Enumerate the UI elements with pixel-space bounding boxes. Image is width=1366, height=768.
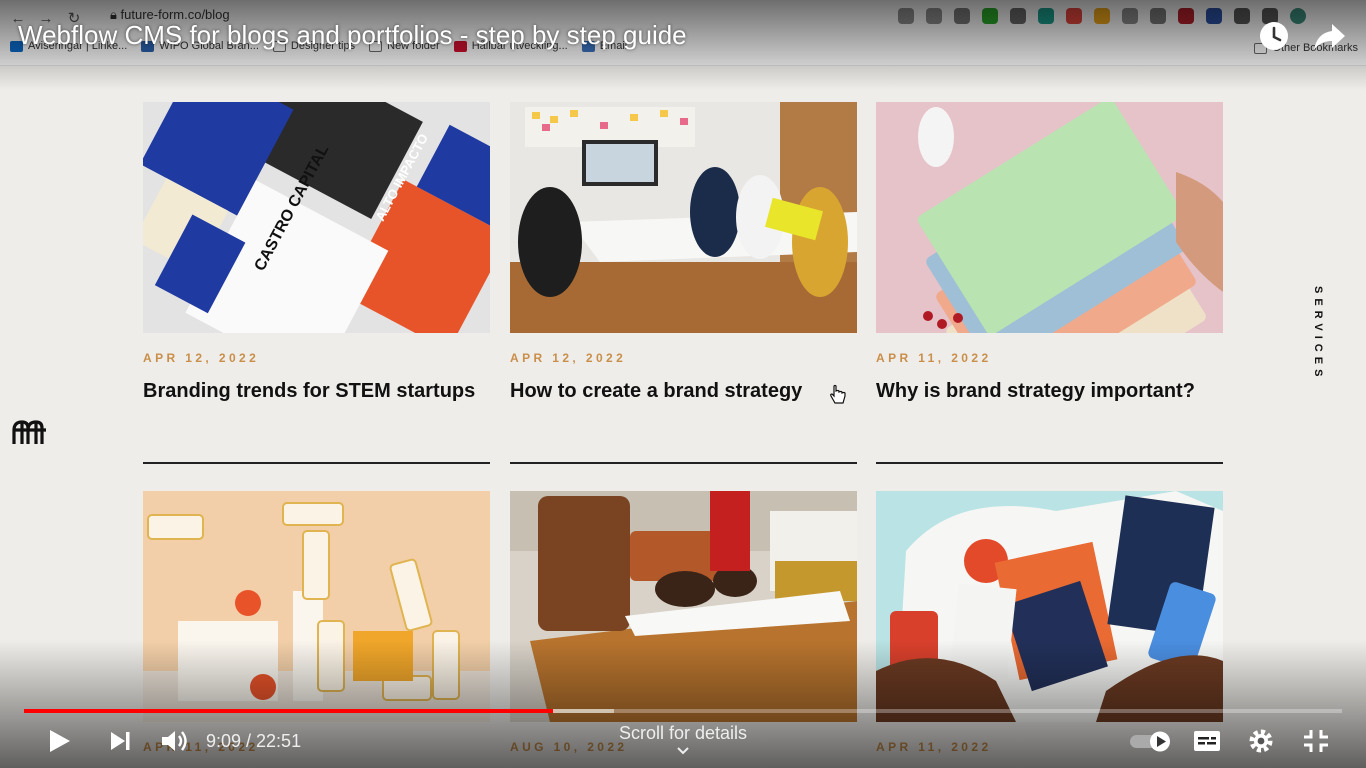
post-date: APR 11, 2022	[143, 740, 259, 754]
extension-icon[interactable]	[1094, 8, 1110, 24]
extension-icon[interactable]	[1066, 8, 1082, 24]
future-form-logo[interactable]	[12, 418, 50, 446]
progress-bar-played[interactable]	[24, 709, 553, 713]
post-date: APR 11, 2022	[876, 351, 992, 365]
extension-icon[interactable]	[1038, 8, 1054, 24]
radical-toast-coffee-photo	[876, 491, 1223, 722]
post-thumbnail[interactable]	[876, 102, 1223, 333]
blog-card[interactable]: CASTRO CAPITAL ALTO IMPACTO APR 12, 2022…	[143, 102, 490, 464]
post-title[interactable]: How to create a brand strategy	[510, 377, 857, 406]
post-title[interactable]: Why is brand strategy important?	[876, 377, 1223, 406]
camera-icon[interactable]	[1150, 8, 1166, 24]
share-page-icon[interactable]	[898, 8, 914, 24]
volume-icon[interactable]	[160, 726, 188, 756]
post-thumbnail[interactable]	[143, 491, 490, 722]
card-divider	[143, 462, 490, 464]
post-thumbnail[interactable]	[876, 491, 1223, 722]
post-title[interactable]: Branding trends for STEM startups	[143, 377, 490, 406]
blog-card[interactable]: APR 12, 2022 How to create a brand strat…	[510, 102, 857, 464]
extension-icon[interactable]	[1178, 8, 1194, 24]
puzzle-icon[interactable]	[1234, 8, 1250, 24]
profile-avatar[interactable]	[1290, 8, 1306, 24]
play-icon[interactable]	[46, 726, 72, 756]
autoplay-toggle[interactable]	[1128, 726, 1176, 756]
card-divider	[876, 462, 1223, 464]
notebooks-photo	[876, 102, 1223, 333]
branding-print-collage-image: CASTRO CAPITAL ALTO IMPACTO	[143, 102, 490, 333]
office-meeting-photo	[510, 102, 857, 333]
video-title[interactable]: Webflow CMS for blogs and portfolios - s…	[18, 20, 687, 51]
time-display: 9:09 / 22:51	[206, 731, 302, 751]
card-divider	[510, 462, 857, 464]
bookmark-star-icon[interactable]	[926, 8, 942, 24]
next-icon[interactable]	[108, 726, 132, 756]
services-side-label[interactable]: SERVICES	[1300, 286, 1324, 386]
post-date: APR 12, 2022	[510, 351, 627, 365]
subtitles-icon[interactable]	[1193, 726, 1221, 756]
blog-card[interactable]: APR 11, 2022	[143, 491, 490, 754]
post-thumbnail[interactable]	[510, 102, 857, 333]
extension-icon[interactable]	[1010, 8, 1026, 24]
extension-icon[interactable]	[1122, 8, 1138, 24]
chevron-down-icon[interactable]	[676, 746, 690, 756]
watch-later-icon[interactable]	[1258, 20, 1290, 52]
extension-icon[interactable]	[1206, 8, 1222, 24]
scroll-for-details[interactable]: Scroll for details	[600, 723, 766, 744]
extension-icon[interactable]	[954, 8, 970, 24]
extension-icon[interactable]	[982, 8, 998, 24]
post-date: APR 12, 2022	[143, 351, 260, 365]
extensions-row	[898, 8, 1306, 24]
exit-fullscreen-icon[interactable]	[1302, 726, 1330, 756]
blog-card[interactable]: APR 11, 2022	[876, 491, 1223, 754]
settings-gear-icon[interactable]	[1247, 726, 1275, 756]
post-thumbnail[interactable]	[510, 491, 857, 722]
pointer-cursor-icon	[830, 384, 846, 404]
blog-card[interactable]: APR 11, 2022 Why is brand strategy impor…	[876, 102, 1223, 464]
signing-document-photo	[510, 491, 857, 722]
post-thumbnail[interactable]: CASTRO CAPITAL ALTO IMPACTO	[143, 102, 490, 333]
blog-card[interactable]: AUG 10, 2022	[510, 491, 857, 754]
share-icon[interactable]	[1312, 22, 1346, 52]
dandy-drinks-photo	[143, 491, 490, 722]
